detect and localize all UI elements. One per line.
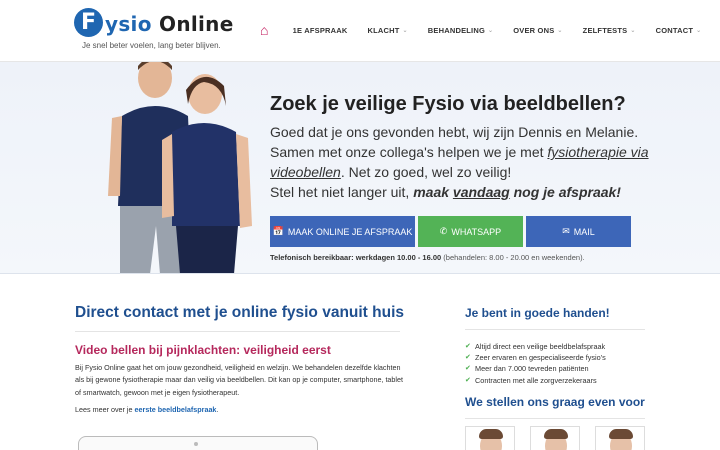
- tablet-illustration: [78, 436, 318, 450]
- nav-home[interactable]: ⌂: [246, 0, 283, 60]
- usp-list: ✔ Altijd direct een veilige beeldbelafspr…: [465, 341, 606, 386]
- calendar-icon: 📅: [272, 226, 284, 236]
- nav-label: KLACHT: [367, 25, 400, 35]
- list-item: ✔ Meer dan 7.000 tevreden patiënten: [465, 363, 606, 374]
- nav-item-zelftests[interactable]: ZELFTESTS ⌄: [573, 0, 646, 60]
- whatsapp-button[interactable]: ✆ WHATSAPP: [418, 216, 523, 247]
- site-header: F ysio Online Je snel beter voelen, lang…: [0, 0, 720, 62]
- camera-dot: [194, 442, 198, 446]
- chevron-down-icon: ⌄: [487, 27, 494, 34]
- whatsapp-icon: ✆: [439, 226, 448, 236]
- logo-wordmark: ysio Online: [105, 12, 234, 36]
- check-icon: ✔: [465, 376, 471, 384]
- cta-bold: maak vandaag nog je afspraak!: [413, 184, 621, 200]
- main-title: Direct contact met je online fysio vanui…: [75, 304, 405, 321]
- hero-title: Zoek je veilige Fysio via beeldbellen?: [270, 93, 626, 115]
- nav-item-behandeling[interactable]: BEHANDELING ⌄: [418, 0, 503, 60]
- chevron-down-icon: ⌄: [696, 27, 702, 34]
- nav-item-contact[interactable]: CONTACT ⌄: [646, 0, 712, 60]
- team-title: We stellen ons graag even voor: [465, 395, 645, 409]
- nav-label: BEHANDELING: [427, 25, 485, 35]
- hero-cta-text: Stel het niet langer uit, maak vandaag n…: [270, 184, 621, 200]
- mail-label: MAIL: [573, 226, 595, 237]
- list-item-text: Zeer ervaren en gespecialiseerde fysio's: [475, 353, 606, 363]
- hair-shape: [544, 429, 568, 439]
- logo-word-online: Online: [159, 12, 234, 36]
- check-icon: ✔: [465, 343, 471, 350]
- chevron-down-icon: ⌄: [402, 27, 408, 34]
- check-icon: ✔: [465, 365, 471, 373]
- first-appointment-link[interactable]: eerste beeldbelafspraak: [135, 405, 217, 414]
- whatsapp-label: WHATSAPP: [451, 226, 502, 237]
- list-item-text: Meer dan 7.000 tevreden patiënten: [475, 364, 589, 374]
- nav-item-klacht[interactable]: KLACHT ⌄: [358, 0, 418, 60]
- read-more-lead: Lees meer over je: [75, 405, 135, 414]
- list-item: ✔ Contracten met alle zorgverzekeraars: [465, 375, 606, 386]
- nav-label: CONTACT: [655, 25, 694, 35]
- sidebar-title: Je bent in goede handen!: [465, 306, 610, 320]
- nav-label: 1E AFSPRAAK: [292, 25, 348, 35]
- hero-section: Zoek je veilige Fysio via beeldbellen? G…: [0, 62, 720, 274]
- logo[interactable]: F ysio Online Je snel beter voelen, lang…: [74, 8, 233, 54]
- main-nav: ⌂ 1E AFSPRAAK KLACHT ⌄ BEHANDELING ⌄ OVER …: [246, 0, 711, 60]
- hair-shape: [479, 429, 503, 439]
- read-more-end: .: [216, 405, 219, 414]
- nav-label: OVER ONS: [513, 25, 555, 35]
- read-more-text: Lees meer over je eerste beeldbelafspraa…: [75, 405, 218, 414]
- divider: [465, 418, 645, 419]
- mail-button[interactable]: ✉ MAIL: [526, 216, 631, 247]
- hero-intro-text-end: . Net zo goed, wel zo veilig!: [340, 164, 512, 180]
- book-online-button[interactable]: 📅 MAAK ONLINE JE AFSPRAAK: [270, 216, 415, 247]
- treatment-hours: (behandelen: 8.00 - 20.00 en weekenden).: [441, 253, 585, 262]
- section-subtitle: Video bellen bij pijnklachten: veilighei…: [75, 343, 331, 357]
- cta-underline: vandaag: [452, 184, 510, 200]
- phone-hours: Telefonisch bereikbaar: werkdagen 10.00 …: [270, 253, 442, 262]
- hero-intro: Goed dat je ons gevonden hebt, wij zijn …: [270, 122, 650, 182]
- cta-lead: Stel het niet langer uit,: [270, 184, 414, 200]
- chevron-down-icon: ⌄: [630, 27, 636, 34]
- divider: [75, 331, 400, 332]
- cta-bold-2: nog je afspraak!: [509, 184, 621, 200]
- logo-word-fysio: ysio: [105, 12, 152, 36]
- chevron-down-icon: ⌄: [557, 27, 563, 34]
- list-item: ✔ Altijd direct een veilige beeldbelafspr…: [465, 341, 606, 352]
- team-member-photo[interactable]: [595, 426, 645, 450]
- nav-item-over-ons[interactable]: OVER ONS ⌄: [503, 0, 572, 60]
- list-item: ✔ Zeer ervaren en gespecialiseerde fysio'…: [465, 352, 606, 363]
- logo-tagline: Je snel beter voelen, lang beter blijven…: [82, 41, 221, 50]
- home-icon: ⌂: [260, 22, 269, 38]
- check-icon: ✔: [465, 354, 471, 362]
- intro-paragraph: Bij Fysio Online gaat het om jouw gezond…: [75, 363, 404, 397]
- cta-bold-1: maak: [413, 184, 453, 200]
- book-online-label: MAAK ONLINE JE AFSPRAAK: [287, 226, 413, 237]
- list-item-text: Altijd direct een veilige beeldbelafspra…: [475, 342, 606, 351]
- nav-item-eerste-afspraak[interactable]: 1E AFSPRAAK: [283, 0, 358, 60]
- team-member-photo[interactable]: [530, 426, 580, 450]
- divider: [465, 329, 645, 330]
- list-item-text: Contracten met alle zorgverzekeraars: [475, 375, 597, 385]
- team-member-photo[interactable]: [465, 426, 515, 450]
- envelope-icon: ✉: [562, 226, 570, 236]
- hair-shape: [609, 429, 633, 439]
- therapists-photo: [108, 62, 252, 273]
- phone-availability: Telefonisch bereikbaar: werkdagen 10.00 …: [270, 253, 585, 262]
- logo-mark: F: [74, 8, 103, 37]
- nav-label: ZELFTESTS: [582, 25, 628, 35]
